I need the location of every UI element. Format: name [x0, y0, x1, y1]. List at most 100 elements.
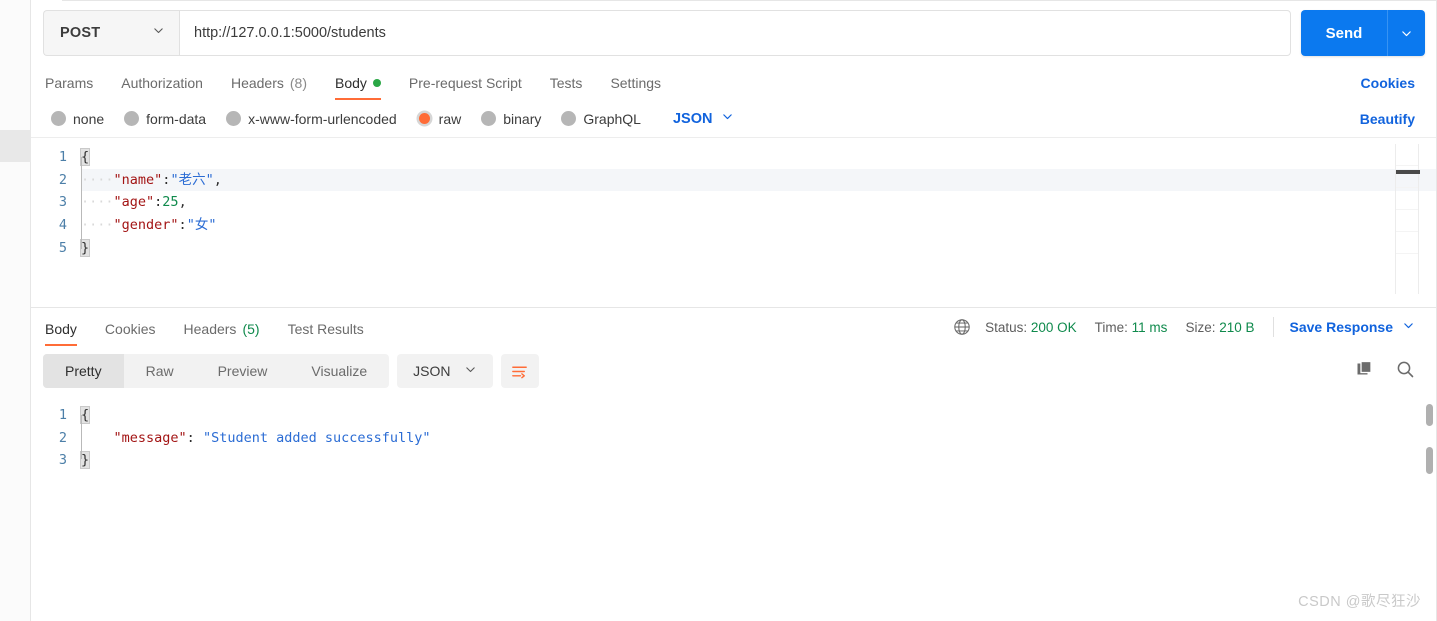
- response-tab-cookies[interactable]: Cookies: [91, 321, 170, 346]
- radio-icon: [124, 111, 140, 126]
- request-line-numbers: 1 2 3 4 5: [31, 146, 79, 307]
- request-tab-settings[interactable]: Settings: [596, 75, 675, 100]
- code-line[interactable]: {: [79, 404, 1437, 427]
- body-type-label: none: [73, 110, 105, 127]
- code-line[interactable]: "message": "Student added successfully": [81, 427, 1437, 450]
- word-wrap-button[interactable]: [500, 354, 539, 388]
- cookies-link[interactable]: Cookies: [1361, 75, 1415, 91]
- view-mode-preview[interactable]: Preview: [196, 354, 290, 388]
- code-line[interactable]: ····"name":"老六",: [81, 168, 1437, 192]
- send-button[interactable]: Send: [1301, 10, 1387, 56]
- token-brace: }: [79, 238, 91, 257]
- token-dot: ····: [81, 194, 114, 211]
- chevron-down-icon: [464, 363, 477, 379]
- response-code-lines[interactable]: { "message": "Student added successfully…: [79, 404, 1437, 516]
- response-meta: Status: 200 OK Time: 11 ms Size: 210 B S…: [953, 317, 1415, 337]
- postman-window: POST Send Params Authorization Headers (8) B…: [0, 0, 1437, 621]
- scrollbar-thumb-top[interactable]: [1426, 404, 1433, 426]
- tab-count: (8): [289, 75, 307, 91]
- token-punc: ,: [178, 194, 187, 211]
- search-icon[interactable]: [1395, 359, 1415, 384]
- request-body-editor[interactable]: 12345 {····"name":"老六", ····"age":25, ····…: [31, 138, 1437, 308]
- time-value: 11 ms: [1131, 319, 1168, 335]
- code-line[interactable]: ····"gender":"女": [81, 214, 1437, 237]
- code-line[interactable]: }: [79, 449, 1437, 472]
- tab-count: (5): [242, 321, 260, 337]
- http-method-label: POST: [60, 25, 101, 41]
- request-tab-params[interactable]: Params: [43, 75, 107, 100]
- tab-label: Authorization: [121, 75, 203, 91]
- line-number: 2: [58, 171, 67, 188]
- line-number: 5: [58, 239, 67, 256]
- http-method-selector[interactable]: POST: [43, 10, 179, 56]
- body-type-form-data[interactable]: form-data: [124, 111, 206, 127]
- token-key: "name": [113, 171, 163, 188]
- send-options-chevron-icon[interactable]: [1387, 10, 1425, 56]
- tab-label: Tests: [549, 75, 583, 91]
- request-tab-tests[interactable]: Tests: [536, 75, 597, 100]
- response-tab-headers[interactable]: Headers (5): [170, 321, 274, 346]
- meta-divider: [1272, 317, 1274, 337]
- line-number: 2: [58, 429, 67, 446]
- body-type-label: raw: [438, 110, 462, 127]
- radio-icon: [418, 113, 430, 124]
- editor-minimap[interactable]: [1395, 144, 1420, 294]
- request-tab-headers[interactable]: Headers (8): [217, 75, 321, 100]
- response-code: 1 2 3 { "message": "Student added successf…: [31, 396, 1437, 516]
- token-dot: ····: [81, 171, 114, 188]
- tab-label: Test Results: [287, 321, 364, 337]
- copy-icon[interactable]: [1355, 359, 1375, 384]
- beautify-link[interactable]: Beautify: [1360, 111, 1415, 127]
- request-code-lines[interactable]: {····"name":"老六", ····"age":25, ····"gende…: [79, 146, 1437, 307]
- response-body-editor[interactable]: 1 2 3 { "message": "Student added successf…: [31, 396, 1437, 516]
- left-sidebar-strip[interactable]: [0, 0, 31, 621]
- body-type-none[interactable]: none: [51, 111, 104, 127]
- request-tab-authorization[interactable]: Authorization: [107, 75, 217, 100]
- response-format-selector[interactable]: JSON: [397, 354, 493, 388]
- tab-label: Body: [45, 321, 77, 337]
- tab-label: Settings: [610, 75, 662, 91]
- top-divider: [62, 0, 1437, 1]
- size-value: 210 B: [1219, 319, 1255, 335]
- response-tab-test-results[interactable]: Test Results: [274, 321, 378, 346]
- request-scrollbar[interactable]: [1425, 142, 1433, 303]
- body-type-x-www-form-urlencoded[interactable]: x-www-form-urlencoded: [226, 111, 397, 127]
- token-key: "age": [113, 194, 155, 211]
- scrollbar-thumb-bottom[interactable]: [1426, 447, 1433, 474]
- radio-icon: [226, 111, 242, 126]
- chevron-down-icon: [1402, 319, 1415, 335]
- tab-label: Headers: [183, 321, 237, 337]
- chevron-down-icon: [721, 110, 734, 127]
- request-tab-body[interactable]: Body: [321, 75, 395, 100]
- body-type-label: GraphQL: [583, 110, 641, 127]
- request-url-row: POST Send: [31, 0, 1437, 66]
- token-key: "message": [113, 429, 187, 446]
- raw-format-selector[interactable]: JSON: [673, 110, 735, 127]
- response-tab-body[interactable]: Body: [43, 321, 91, 346]
- tab-label: Body: [335, 75, 367, 91]
- request-tab-pre-request-script[interactable]: Pre-request Script: [395, 75, 536, 100]
- body-type-label: binary: [503, 110, 542, 127]
- view-mode-raw[interactable]: Raw: [124, 354, 196, 388]
- code-line[interactable]: }: [79, 237, 1437, 260]
- token-punc: ,: [213, 171, 222, 188]
- body-type-graphql[interactable]: GraphQL: [561, 111, 641, 127]
- request-url-input[interactable]: [179, 10, 1291, 56]
- code-line[interactable]: ····"age":25,: [81, 191, 1437, 214]
- view-mode-visualize[interactable]: Visualize: [289, 354, 389, 388]
- view-mode-pretty[interactable]: Pretty: [43, 354, 124, 388]
- status-label: Status:: [985, 319, 1028, 335]
- token-brace: }: [79, 451, 91, 470]
- tab-label: Params: [45, 75, 94, 91]
- response-toolbar: Pretty Raw Preview Visualize JSON: [31, 346, 1437, 396]
- sidebar-active-indicator[interactable]: [0, 130, 31, 162]
- tab-label: Headers: [230, 75, 284, 91]
- response-scrollbar[interactable]: [1425, 404, 1433, 499]
- body-type-binary[interactable]: binary: [481, 111, 541, 127]
- save-response-button[interactable]: Save Response: [1290, 319, 1416, 335]
- body-type-raw[interactable]: raw: [417, 110, 462, 127]
- tab-label: Pre-request Script: [408, 75, 522, 91]
- line-number: 3: [58, 452, 67, 469]
- main-panel: POST Send Params Authorization Headers (8) B…: [31, 0, 1437, 621]
- code-line[interactable]: {: [79, 146, 1437, 169]
